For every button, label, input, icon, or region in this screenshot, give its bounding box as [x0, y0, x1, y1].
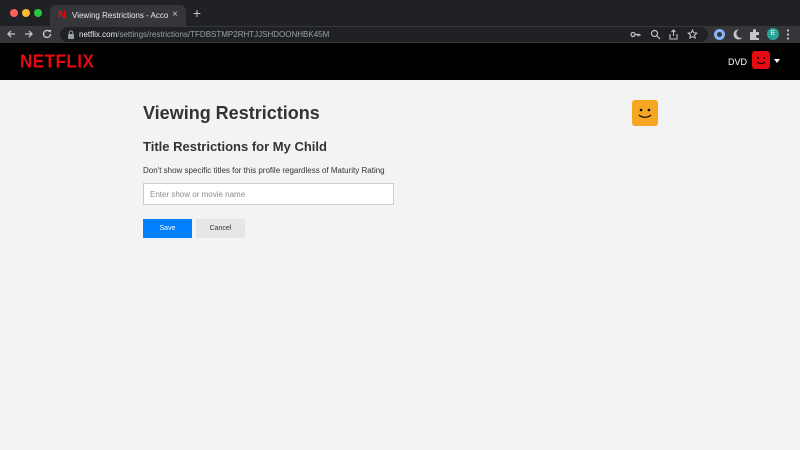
- netflix-header: NETFLIX DVD: [0, 43, 800, 80]
- bookmark-star-icon[interactable]: [687, 29, 698, 40]
- forward-arrow-icon: [25, 30, 33, 38]
- cancel-button[interactable]: Cancel: [196, 219, 245, 238]
- close-window-button[interactable]: [10, 9, 18, 17]
- title-search-input[interactable]: [143, 183, 394, 205]
- page-title: Viewing Restrictions: [143, 103, 320, 123]
- section-title: Title Restrictions for My Child: [143, 139, 327, 154]
- browser-toolbar: netflix.com/settings/restrictions/TFDBST…: [0, 26, 800, 43]
- tab-close-icon[interactable]: ×: [170, 9, 180, 21]
- forward-button[interactable]: [22, 26, 36, 43]
- extension-circle-icon[interactable]: [713, 28, 726, 41]
- profile-name[interactable]: DVD: [728, 57, 747, 68]
- key-icon[interactable]: [630, 29, 641, 40]
- minimize-window-button[interactable]: [22, 9, 30, 17]
- address-bar[interactable]: netflix.com/settings/restrictions/TFDBST…: [60, 27, 708, 42]
- zoom-icon[interactable]: [650, 29, 661, 40]
- tab-title: Viewing Restrictions - Account: [72, 11, 168, 20]
- url-host: netflix.com: [79, 30, 118, 39]
- browser-titlebar: N Viewing Restrictions - Account × +: [0, 0, 800, 26]
- reload-button[interactable]: [40, 26, 54, 43]
- new-tab-button[interactable]: +: [190, 6, 204, 20]
- omnibox-actions: [630, 29, 700, 40]
- browser-tab[interactable]: N Viewing Restrictions - Account ×: [50, 5, 186, 26]
- extensions-puzzle-icon[interactable]: [748, 28, 761, 41]
- share-icon[interactable]: [668, 29, 679, 40]
- netflix-favicon-icon: N: [58, 9, 66, 21]
- lock-icon[interactable]: [67, 30, 75, 39]
- back-button[interactable]: [4, 26, 18, 43]
- chevron-down-icon[interactable]: [774, 59, 780, 63]
- restriction-description: Don't show specific titles for this prof…: [143, 166, 385, 175]
- netflix-logo[interactable]: NETFLIX: [20, 51, 94, 73]
- profile-avatar-icon[interactable]: [752, 51, 770, 69]
- browser-menu-icon[interactable]: [784, 28, 792, 41]
- extension-moon-icon[interactable]: [731, 28, 744, 41]
- face-icon: [756, 57, 766, 64]
- reload-icon: [42, 29, 52, 39]
- face-icon: [638, 108, 652, 118]
- back-arrow-icon: [7, 30, 15, 38]
- maximize-window-button[interactable]: [34, 9, 42, 17]
- save-button[interactable]: Save: [143, 219, 192, 238]
- url-path: /settings/restrictions/TFDBSTMP2RHTJJSHD…: [117, 30, 330, 39]
- browser-profile-avatar[interactable]: E: [767, 28, 779, 40]
- profile-icon: [632, 100, 658, 126]
- url-text: netflix.com/settings/restrictions/TFDBST…: [79, 29, 329, 40]
